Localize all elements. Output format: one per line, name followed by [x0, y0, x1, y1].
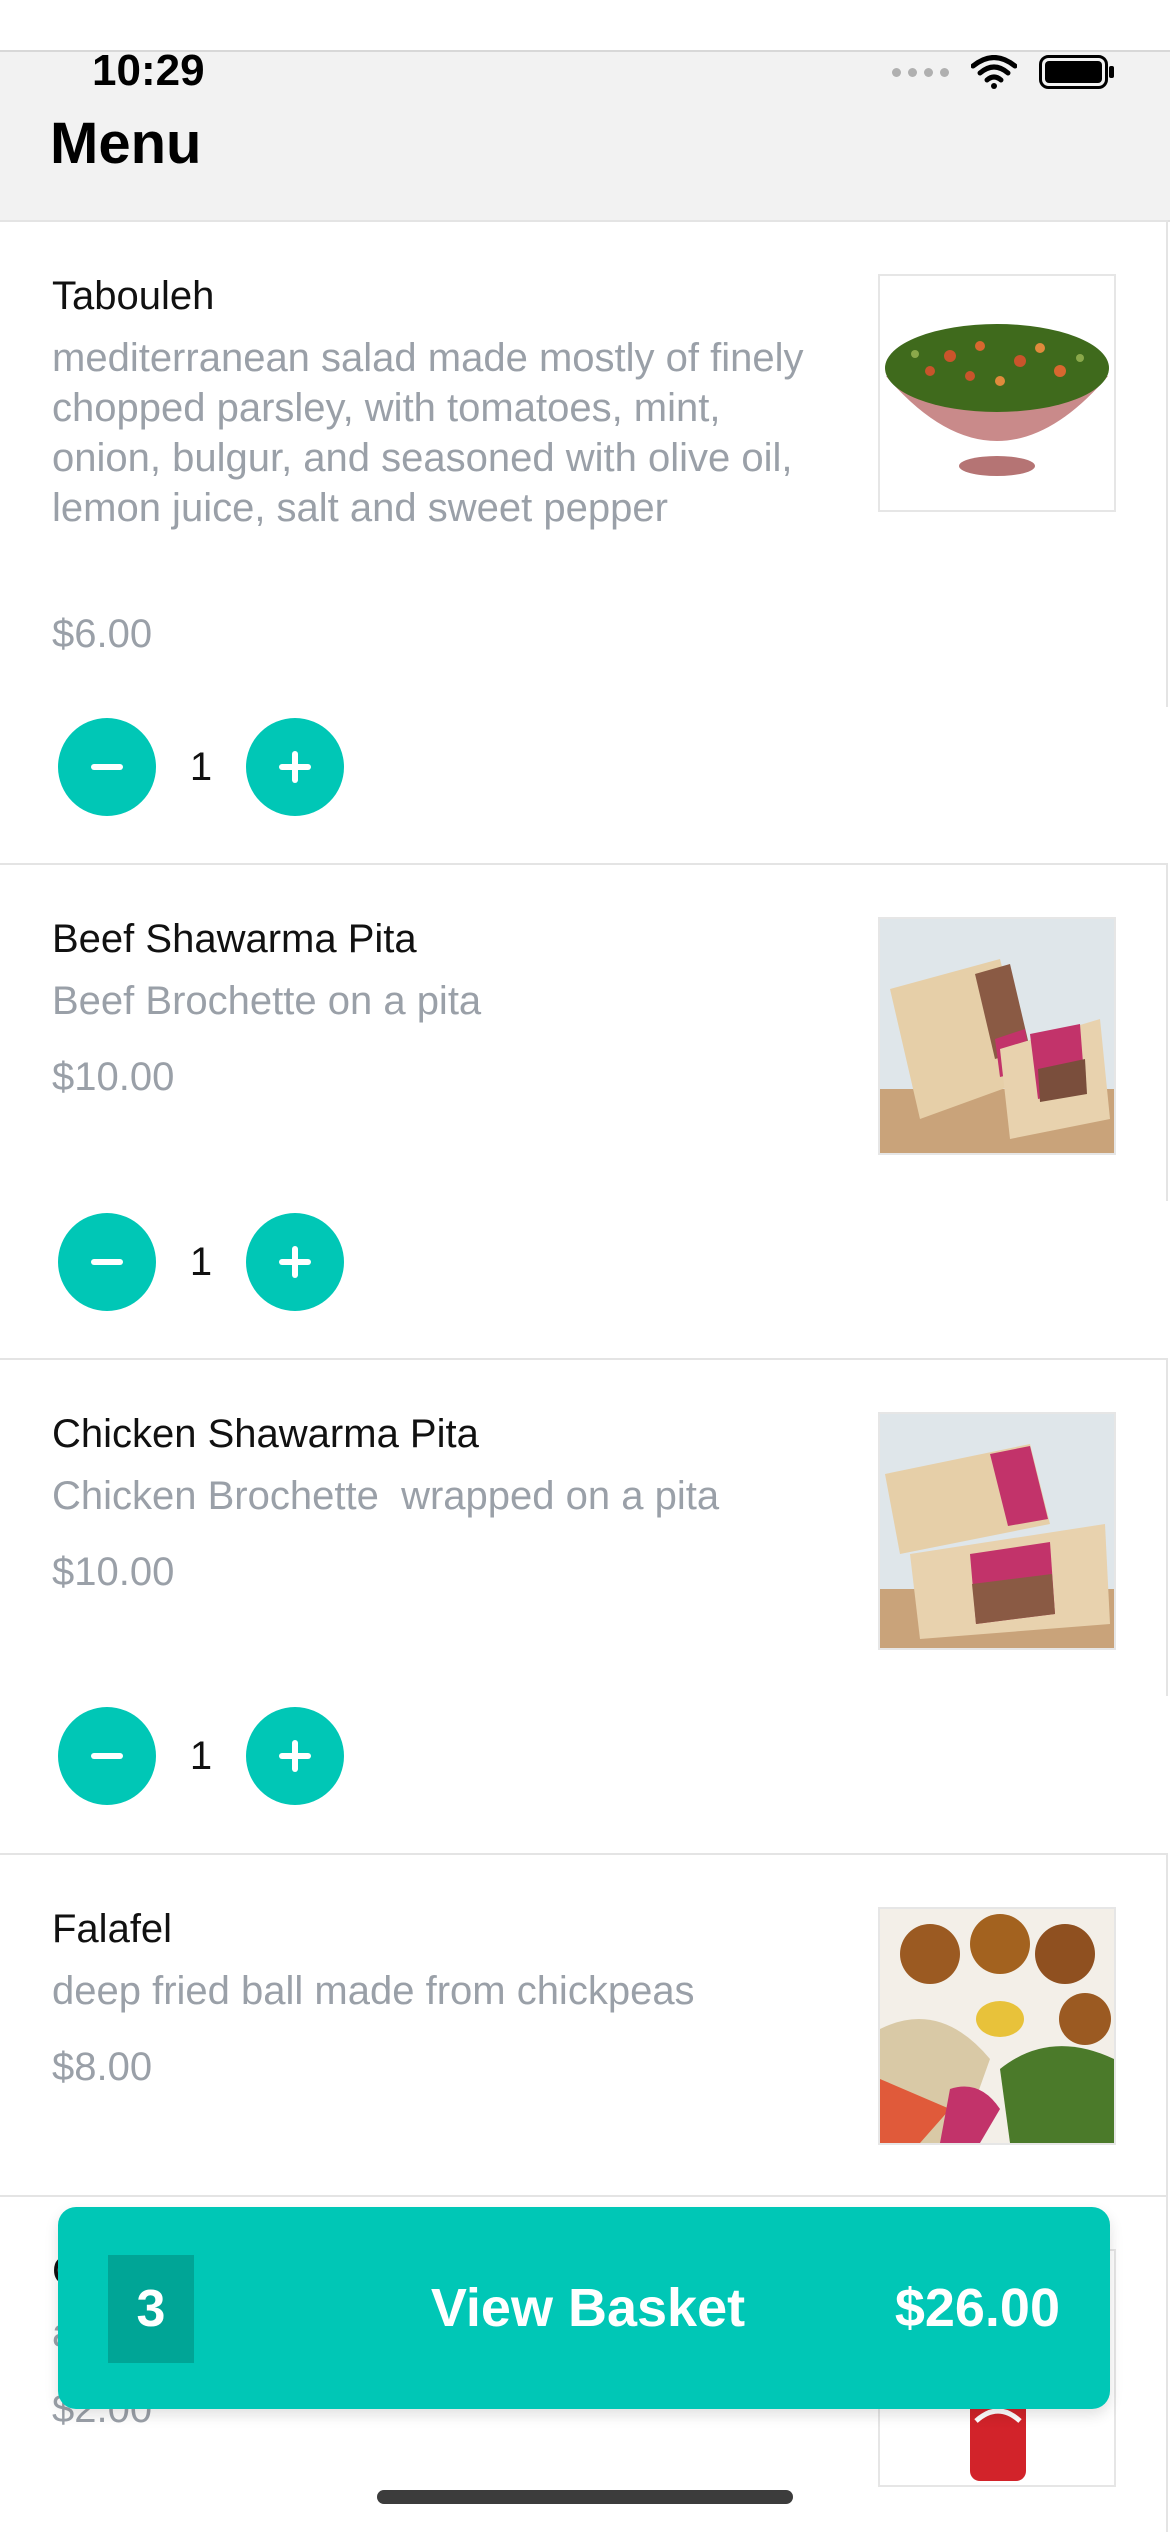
increase-button[interactable] [246, 1213, 344, 1311]
increase-button[interactable] [246, 718, 344, 816]
minus-icon [91, 1259, 123, 1265]
plus-icon [279, 1740, 311, 1772]
quantity-value: 1 [189, 1733, 213, 1778]
salad-bowl-photo [880, 276, 1114, 510]
wrap-photo [880, 1414, 1114, 1648]
quantity-value: 1 [189, 1239, 213, 1284]
view-basket-label: View Basket [430, 2278, 746, 2338]
menu-item[interactable]: Beef Shawarma Pita Beef Brochette on a p… [0, 863, 1168, 1201]
quantity-stepper[interactable]: 1 [58, 1707, 344, 1805]
item-image [878, 274, 1116, 512]
item-price: $8.00 [52, 2045, 153, 2089]
minus-icon [91, 1753, 123, 1759]
item-name: Beef Shawarma Pita [52, 917, 417, 961]
status-time: 10:29 [92, 46, 205, 95]
item-description: Chicken Brochette wrapped on a pita [52, 1474, 720, 1518]
basket-count-badge: 3 [108, 2255, 194, 2363]
wrap-photo [880, 919, 1114, 1153]
basket-total: $26.00 [894, 2278, 1060, 2338]
minus-icon [91, 764, 123, 770]
decrease-button[interactable] [58, 718, 156, 816]
menu-item[interactable]: Falafel deep fried ball made from chickp… [0, 1853, 1168, 2195]
decrease-button[interactable] [58, 1213, 156, 1311]
falafel-plate-photo [880, 1909, 1114, 2143]
increase-button[interactable] [246, 1707, 344, 1805]
decrease-button[interactable] [58, 1707, 156, 1805]
item-description: Beef Brochette on a pita [52, 979, 482, 1023]
top-strip [0, 0, 1170, 52]
plus-icon [279, 751, 311, 783]
battery-icon [1039, 55, 1114, 89]
status-icons [892, 55, 1115, 89]
item-description: mediterranean salad made mostly of finel… [52, 336, 804, 530]
item-price: $10.00 [52, 1550, 175, 1594]
view-basket-button[interactable]: 3 View Basket $26.00 [58, 2207, 1110, 2409]
home-indicator[interactable] [377, 2490, 793, 2504]
item-description: deep fried ball made from chickpeas [52, 1969, 695, 2013]
menu-item[interactable]: Tabouleh mediterranean salad made mostly… [0, 220, 1168, 707]
quantity-stepper[interactable]: 1 [58, 1213, 344, 1311]
plus-icon [279, 1246, 311, 1278]
item-image [878, 1907, 1116, 2145]
header: 10:29 Menu [0, 46, 1170, 222]
item-name: Falafel [52, 1907, 173, 1951]
wifi-icon [971, 55, 1017, 89]
item-image [878, 917, 1116, 1155]
page-title: Menu [50, 111, 202, 176]
menu-item[interactable]: Chicken Shawarma Pita Chicken Brochette … [0, 1358, 1168, 1696]
item-name: Chicken Shawarma Pita [52, 1412, 479, 1456]
item-name: Tabouleh [52, 274, 215, 318]
cellular-signal-icon [892, 67, 949, 77]
quantity-value: 1 [189, 744, 213, 789]
item-image [878, 1412, 1116, 1650]
item-price: $6.00 [52, 612, 153, 656]
quantity-stepper[interactable]: 1 [58, 718, 344, 816]
item-price: $10.00 [52, 1055, 175, 1099]
